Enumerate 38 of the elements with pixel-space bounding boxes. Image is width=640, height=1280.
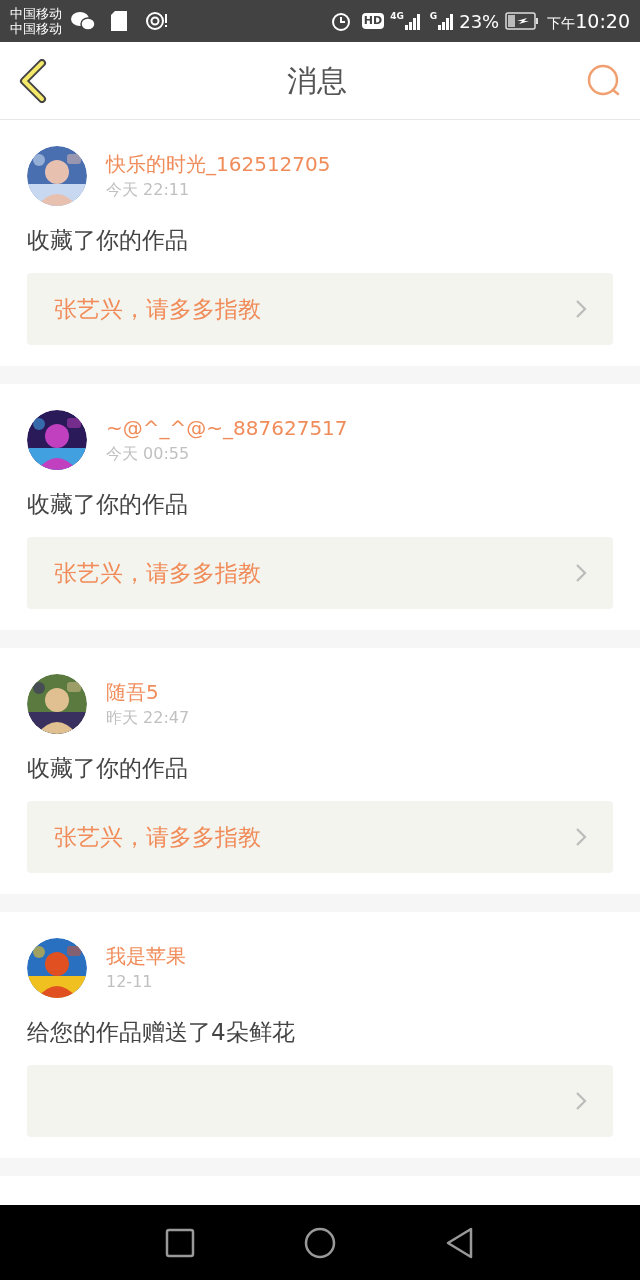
- message-time: 今天 22:11: [106, 179, 191, 201]
- message-time: 今天 00:55: [106, 443, 191, 465]
- message-text: 收藏了你的作品: [27, 754, 189, 783]
- sd-card-icon: [110, 10, 128, 32]
- signal-icon: [403, 12, 422, 30]
- message-time: 12-11: [106, 971, 154, 993]
- chevron-right-icon: [575, 827, 587, 847]
- battery-charging-icon: [505, 12, 540, 30]
- signal-icon: [437, 12, 456, 30]
- message-time: 昨天 22:47: [106, 707, 190, 729]
- chevron-right-icon: [575, 1091, 587, 1111]
- chevron-right-icon: [575, 563, 587, 583]
- hd-badge: HD: [361, 13, 385, 29]
- page-title: 消息: [287, 62, 347, 100]
- carrier-name: 中国移动: [10, 21, 62, 36]
- network-label: 4G: [390, 10, 404, 23]
- recent-apps-icon[interactable]: [164, 1227, 195, 1258]
- work-link[interactable]: 张艺兴，请多多指教: [27, 273, 613, 345]
- user-name[interactable]: 快乐的时光_162512705: [106, 150, 331, 178]
- chevron-right-icon: [575, 299, 587, 319]
- home-icon[interactable]: [304, 1226, 336, 1259]
- time-period: 下午: [547, 13, 576, 33]
- alarm-icon: [329, 10, 352, 32]
- message-text: 给您的作品赠送了4朵鲜花: [27, 1018, 296, 1047]
- back-button[interactable]: [18, 58, 48, 103]
- work-link[interactable]: 张艺兴，请多多指教: [27, 801, 613, 873]
- clock-time: 10:20: [575, 8, 630, 34]
- user-name[interactable]: 随吾5: [106, 678, 190, 706]
- battery-percent: 23%: [459, 9, 500, 34]
- network-label: G: [429, 10, 438, 23]
- carrier-name: 中国移动: [10, 6, 62, 21]
- message-text: 收藏了你的作品: [27, 226, 189, 255]
- target-icon: [146, 10, 168, 32]
- message-text: 收藏了你的作品: [27, 490, 189, 519]
- work-link[interactable]: 张艺兴，请多多指教: [27, 537, 613, 609]
- user-name[interactable]: 我是苹果: [106, 942, 186, 970]
- user-name[interactable]: ~@^_^@~_887627517: [106, 414, 348, 442]
- chat-icon: [70, 10, 96, 32]
